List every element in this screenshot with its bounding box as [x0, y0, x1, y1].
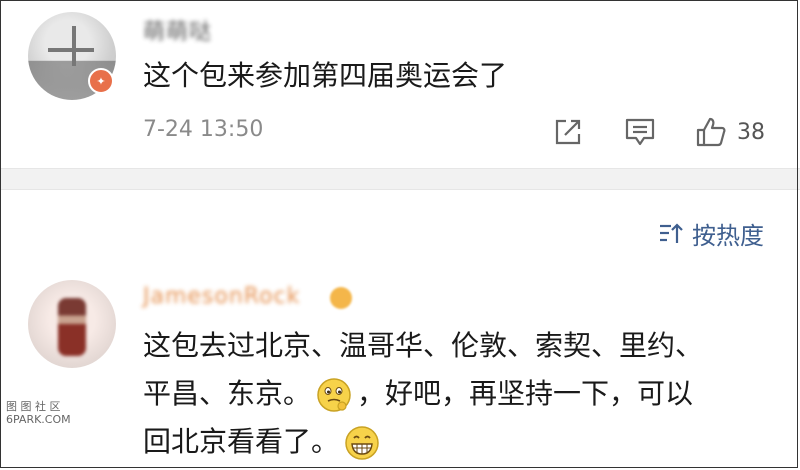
comment-username[interactable]: 萌萌哒 [143, 14, 212, 46]
sort-label: 按热度 [692, 222, 764, 250]
share-button[interactable] [552, 116, 584, 148]
grin-emoji-icon [345, 426, 379, 460]
comment-timestamp: 7-24 13:50 [143, 117, 264, 142]
comment-text: 这包去过北京、温哥华、伦敦、索契、里约、 平昌、东京。 ，好吧，再坚持一下，可以… [143, 322, 763, 466]
share-icon [555, 119, 581, 145]
sort-icon [660, 222, 683, 243]
site-watermark: 图 图 社 区 6PARK.COM [6, 400, 71, 426]
avatar-image [58, 298, 86, 356]
comment-text: 这个包来参加第四届奥运会了 [143, 59, 508, 92]
member-badge-icon [330, 287, 352, 309]
comment-reply-icon [625, 118, 655, 146]
sort-by-hot-button[interactable]: 按热度 [658, 216, 764, 251]
comment-username[interactable]: JamesonRock [143, 284, 300, 309]
section-divider [0, 168, 800, 190]
reply-button[interactable] [624, 116, 656, 148]
avatar[interactable] [28, 280, 116, 368]
thumbs-up-icon [696, 117, 726, 147]
thinking-emoji-icon [317, 378, 351, 412]
verified-badge-icon: ✦ [88, 68, 114, 94]
avatar-image [72, 26, 76, 66]
like-count: 38 [737, 119, 765, 145]
like-button[interactable]: 38 [695, 116, 765, 148]
